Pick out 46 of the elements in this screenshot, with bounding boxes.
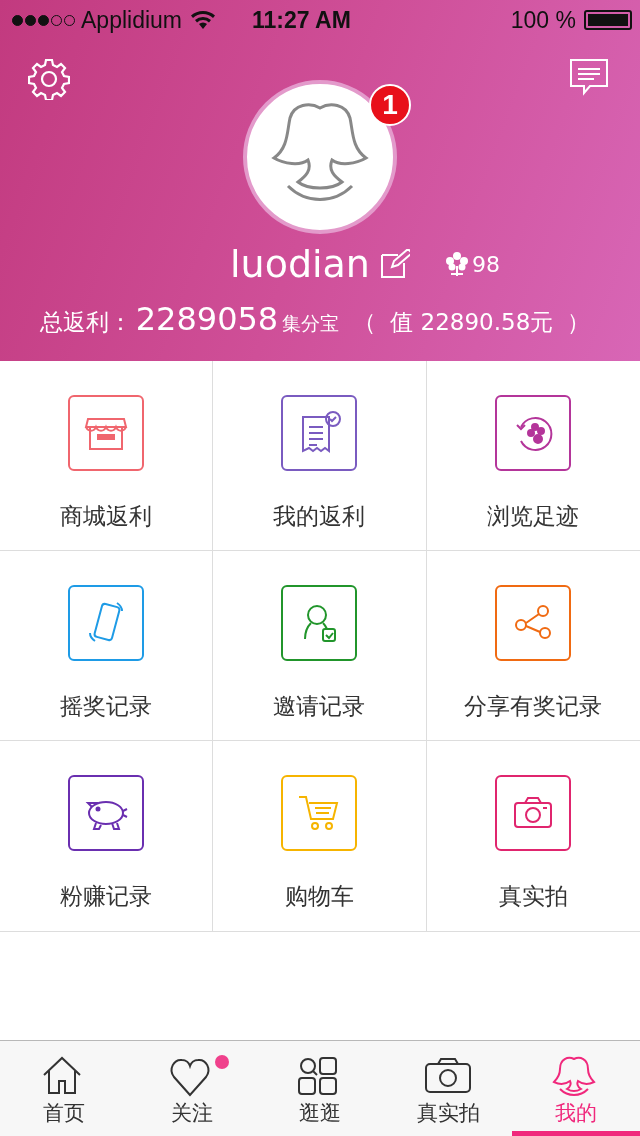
rebate-worth: 值 22890.58元 <box>390 308 554 337</box>
menu-item[interactable]: 购物车 <box>213 741 427 931</box>
menu-label: 分享有奖记录 <box>464 692 603 721</box>
tab-bar-item[interactable]: 我的 <box>512 1041 640 1136</box>
menu-item[interactable]: 分享有奖记录 <box>426 551 640 741</box>
settings-icon[interactable] <box>28 58 70 100</box>
rebate-label: 总返利： <box>39 308 132 337</box>
battery-icon <box>584 10 632 30</box>
tab-bar-item[interactable]: 首页 <box>0 1041 128 1136</box>
tab-label: 我的 <box>555 1100 597 1127</box>
tab-label: 逛逛 <box>299 1100 341 1127</box>
username: luodian <box>230 242 370 286</box>
menu-label: 购物车 <box>285 882 354 911</box>
flower-icon <box>445 252 468 276</box>
menu-label: 商城返利 <box>60 502 153 531</box>
menu-label: 邀请记录 <box>273 692 366 721</box>
carrier-name: Applidium <box>81 6 182 34</box>
tab-bar-item[interactable]: 真实拍 <box>384 1041 512 1136</box>
tab-bar-item[interactable]: 关注 <box>128 1041 256 1136</box>
parenthesis: （ <box>353 308 377 337</box>
notification-badge: 1 <box>369 84 411 126</box>
menu-label: 真实拍 <box>498 882 568 911</box>
rebate-value: 2289058 <box>135 300 279 338</box>
menu-item[interactable]: 真实拍 <box>426 741 640 931</box>
tab-label: 首页 <box>43 1100 85 1127</box>
tab-label: 关注 <box>171 1100 213 1127</box>
edit-icon[interactable] <box>379 249 410 279</box>
menu-item[interactable]: 摇奖记录 <box>0 551 214 741</box>
flower-count: 98 <box>471 251 500 277</box>
message-icon[interactable] <box>568 58 610 96</box>
status-time: 11:27 AM <box>252 6 351 34</box>
menu-item[interactable]: 商城返利 <box>0 361 214 551</box>
menu-label: 浏览足迹 <box>487 502 580 531</box>
menu-item[interactable]: 浏览足迹 <box>426 361 640 551</box>
tab-bar-item[interactable]: 逛逛 <box>256 1041 384 1136</box>
menu-label: 粉赚记录 <box>60 882 153 911</box>
menu-item[interactable]: 粉赚记录 <box>0 741 214 931</box>
wifi-icon <box>190 10 216 30</box>
parenthesis: ） <box>567 308 591 337</box>
tab-label: 真实拍 <box>416 1100 480 1127</box>
menu-item[interactable]: 邀请记录 <box>213 551 427 741</box>
menu-item[interactable]: 我的返利 <box>213 361 427 551</box>
battery-percent: 100 % <box>510 6 576 34</box>
rebate-unit: 集分宝 <box>282 311 340 336</box>
menu-label: 摇奖记录 <box>60 692 153 721</box>
menu-label: 我的返利 <box>273 502 366 531</box>
